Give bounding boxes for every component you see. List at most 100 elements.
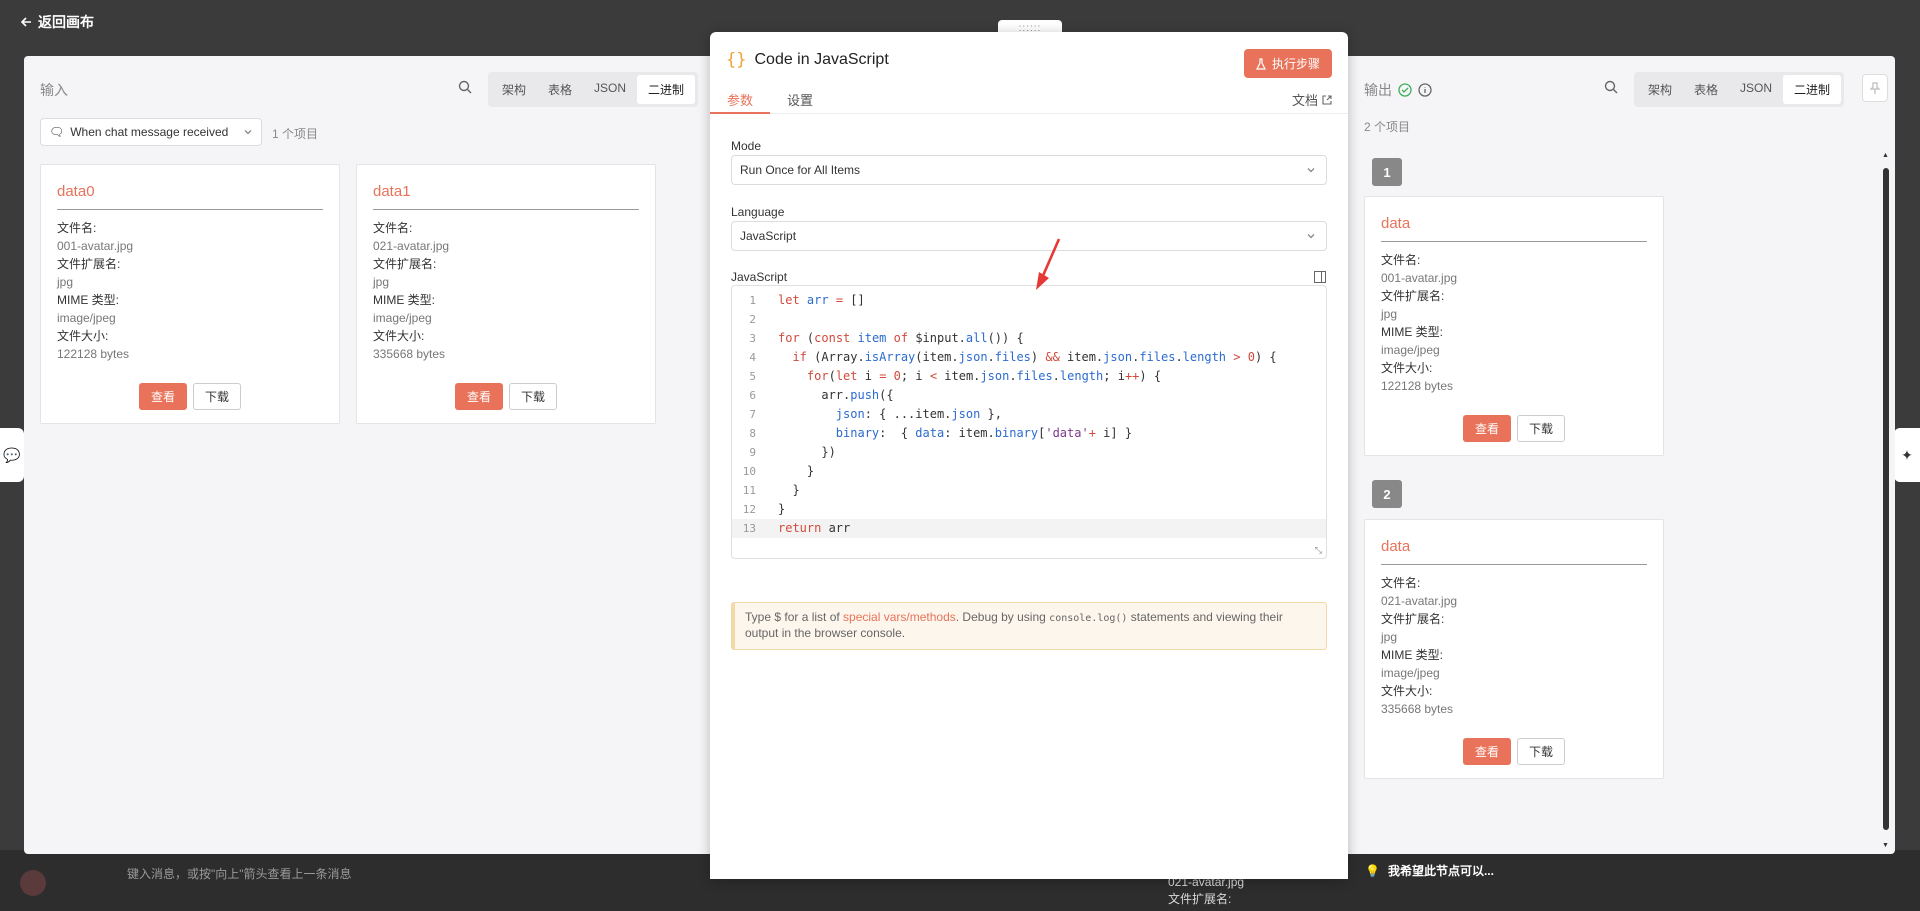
mode-label: Mode	[731, 139, 762, 153]
mode-binary[interactable]: 二进制	[637, 75, 696, 104]
field-key: 文件大小:	[1381, 684, 1433, 698]
tab-parameters[interactable]: 参数	[727, 90, 753, 109]
scroll-down-arrow[interactable]: ▼	[1882, 842, 1889, 849]
code-editor[interactable]: 1 let arr = [] 2 3 for (const item of $inp…	[731, 285, 1327, 559]
annotation-arrow-icon	[1036, 238, 1061, 290]
back-to-canvas-button[interactable]: 返回画布	[20, 12, 94, 32]
view-button[interactable]: 查看	[138, 383, 187, 410]
field-value: jpg	[1381, 307, 1398, 321]
chat-icon: 🗨	[49, 125, 65, 139]
binary-card: data0 文件名: 001-avatar.jpg 文件扩展名: jpg MIM…	[40, 164, 340, 424]
trigger-node-select[interactable]: 🗨 When chat message received	[40, 118, 262, 146]
language-label: Language	[731, 205, 785, 219]
code-line: 6 arr.push({	[749, 388, 894, 402]
editor-hint: Type $ for a list of special vars/method…	[731, 602, 1327, 650]
mode-json[interactable]: JSON	[583, 75, 637, 104]
output-view-mode-switch: 架构 表格 JSON 二进制	[1634, 72, 1845, 107]
pin-data-button[interactable]	[1862, 74, 1888, 102]
mode-binary[interactable]: 二进制	[1783, 75, 1842, 104]
code-line: 12}	[742, 502, 786, 516]
download-button[interactable]: 下载	[193, 383, 242, 410]
mode-table[interactable]: 表格	[537, 75, 583, 104]
field-value: image/jpeg	[1381, 666, 1440, 680]
input-panel: 输入 架构 表格 JSON 二进制 🗨 When chat message re…	[24, 56, 710, 854]
code-line: 13 return arr	[732, 519, 1326, 538]
code-line: 11 }	[742, 483, 800, 497]
mode-json[interactable]: JSON	[1729, 75, 1783, 104]
scroll-up-arrow[interactable]: ▲	[1882, 152, 1889, 159]
field-key: 文件大小:	[57, 329, 109, 343]
pin-icon	[1870, 82, 1880, 94]
field-value: 335668 bytes	[373, 347, 446, 361]
view-button[interactable]: 查看	[1462, 738, 1511, 765]
download-button[interactable]: 下载	[1517, 415, 1566, 442]
divider	[373, 209, 639, 210]
field-value: 021-avatar.jpg	[1381, 594, 1458, 608]
download-button[interactable]: 下载	[1517, 738, 1566, 765]
docs-label: 文档	[1291, 93, 1318, 108]
field-key: 文件扩展名:	[373, 257, 437, 271]
download-button[interactable]: 下载	[509, 383, 558, 410]
mode-schema[interactable]: 架构	[1637, 75, 1683, 104]
field-value: image/jpeg	[57, 311, 116, 325]
language-select[interactable]: JavaScript	[731, 221, 1327, 251]
search-icon[interactable]	[1604, 80, 1618, 94]
lightbulb-icon: 💡	[1365, 863, 1380, 878]
avatar	[20, 870, 46, 896]
background-extension-label: 文件扩展名:	[1168, 892, 1232, 906]
item-count: 1 个项目	[272, 127, 319, 141]
trigger-select-value: When chat message received	[70, 125, 229, 139]
field-key: 文件扩展名:	[1381, 289, 1445, 303]
field-key: 文件扩展名:	[57, 257, 121, 271]
code-node-dialog: {} Code in JavaScript 执行步骤 参数 设置 文档 Mode…	[710, 32, 1348, 879]
mode-schema[interactable]: 架构	[491, 75, 537, 104]
node-hint[interactable]: 💡 我希望此节点可以...	[1365, 862, 1494, 879]
field-key: 文件名:	[57, 221, 97, 235]
scrollbar-thumb[interactable]	[1883, 168, 1889, 830]
binary-card-title: data	[1381, 215, 1411, 232]
mode-select[interactable]: Run Once for All Items	[731, 155, 1327, 185]
node-hint-text: 我希望此节点可以...	[1387, 864, 1494, 878]
code-line: 5 for(let i = 0; i < item.json.files.len…	[749, 369, 1162, 383]
mode-table[interactable]: 表格	[1683, 75, 1729, 104]
view-button[interactable]: 查看	[454, 383, 503, 410]
field-key: 文件名:	[1381, 253, 1421, 267]
external-link-icon	[1322, 94, 1332, 105]
chevron-down-icon	[1307, 234, 1315, 239]
success-check-icon	[1398, 83, 1412, 97]
special-vars-link[interactable]: special vars/methods	[843, 610, 956, 624]
tab-settings[interactable]: 设置	[787, 90, 813, 109]
hint-prefix: Type $ for a list of	[745, 610, 844, 624]
field-value: 122128 bytes	[1381, 379, 1454, 393]
file-fields: 文件名: 021-avatar.jpg 文件扩展名: jpg MIME 类型: …	[373, 219, 449, 363]
field-value: jpg	[57, 275, 74, 289]
field-value: image/jpeg	[1381, 343, 1440, 357]
field-key: MIME 类型:	[1381, 325, 1443, 339]
chat-icon: 💬	[3, 446, 21, 463]
binary-card-title: data	[1381, 538, 1411, 555]
node-title[interactable]: Code in JavaScript	[754, 51, 888, 69]
binary-card: data 文件名: 021-avatar.jpg 文件扩展名: jpg MIME…	[1364, 519, 1664, 779]
view-button[interactable]: 查看	[1462, 415, 1511, 442]
mode-select-value: Run Once for All Items	[740, 163, 861, 177]
parameters-body: Mode Run Once for All Items Language Jav…	[710, 115, 1348, 879]
info-icon[interactable]	[1418, 83, 1432, 97]
resize-handle-icon[interactable]: ⤡	[1315, 545, 1322, 556]
panel-toggle-icon[interactable]	[1314, 271, 1326, 283]
field-value: 335668 bytes	[1381, 702, 1454, 716]
flask-icon	[1256, 57, 1266, 70]
editor-label: JavaScript	[731, 270, 788, 284]
chevron-down-icon	[244, 130, 252, 135]
ai-assistant-tab[interactable]: ✦	[1894, 428, 1920, 482]
file-fields: 文件名: 001-avatar.jpg 文件扩展名: jpg MIME 类型: …	[1381, 251, 1457, 395]
divider	[1381, 241, 1647, 242]
docs-link[interactable]: 文档	[1292, 90, 1332, 109]
search-icon[interactable]	[458, 80, 472, 94]
active-tab-indicator	[710, 112, 770, 114]
code-line: 3 for (const item of $input.all()) {	[749, 331, 1024, 345]
card-actions: 查看 下载	[1365, 415, 1663, 442]
execute-step-button[interactable]: 执行步骤	[1243, 49, 1332, 78]
output-panel-title: 输出	[1364, 82, 1392, 98]
input-view-mode-switch: 架构 表格 JSON 二进制	[488, 72, 699, 107]
chat-toggle-tab[interactable]: 💬	[0, 428, 24, 482]
